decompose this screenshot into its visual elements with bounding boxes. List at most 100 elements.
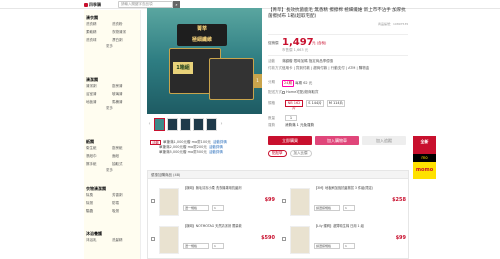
search-icon[interactable]: ⌕ — [173, 1, 180, 8]
promo-list: 活動 單筆滿1,000元贈 mo幣100元 活動詳情 單筆滿2,000元贈 mo… — [150, 140, 265, 155]
sidebar-more-link[interactable]: 更多 — [86, 43, 138, 49]
add-to-cart-button[interactable]: 加入購物車 — [315, 136, 359, 145]
sidebar-section-title: 沐浴養護 — [86, 231, 102, 236]
addon-qty-select[interactable]: 1 — [343, 205, 355, 211]
addon-spec-select[interactable]: 請選擇規格 — [314, 205, 340, 211]
addon-name[interactable]: 【靜岡】NOTMOTAG 天然清潔劑 限量款 — [183, 224, 247, 229]
sidebar-item[interactable]: 馬桶清 — [112, 99, 138, 105]
thumbnail[interactable] — [154, 118, 165, 131]
delivery-checkbox[interactable] — [282, 90, 285, 94]
sidebar-item[interactable]: 廚房紙 — [112, 145, 138, 151]
info-key: 活動 — [268, 59, 275, 63]
sidebar-item[interactable]: 芳香劑 — [112, 192, 138, 198]
thumbnail[interactable] — [167, 118, 178, 131]
sidebar-item[interactable]: 面紙 — [112, 153, 138, 159]
addon-checkbox[interactable] — [282, 237, 286, 241]
sidebar-item[interactable]: 吸濕 — [112, 208, 138, 214]
side-ad-banner[interactable]: 全新 mo momo — [413, 136, 436, 179]
addon-qty-select[interactable]: 1 — [343, 243, 355, 249]
thumbnail[interactable] — [193, 118, 204, 131]
sidebar-section: 清潔類 清潔劑 廚房清 浴室清 玻璃清 地板清 馬桶清 更多 — [86, 76, 138, 111]
addon-qty-select[interactable]: 1 — [212, 205, 224, 211]
spec-option[interactable]: M 114片 — [327, 100, 345, 107]
addon-item: 【靜岡】無毛清潔小柔 洗衣機專用抗菌劑 選一規格 1 $99 — [151, 183, 275, 221]
info-value: 滿額贈 限時加碼 指定商品享優惠 — [282, 59, 334, 63]
addon-spec-select[interactable]: 選一規格 — [183, 205, 209, 211]
installment-note: 每期 62 元 — [295, 81, 313, 85]
sidebar-item[interactable]: 洗衣精 — [86, 21, 112, 27]
shipping-label: 運費 — [268, 123, 275, 127]
sidebar-item[interactable]: 衣物清潔 — [112, 29, 138, 35]
quantity-label: 數量 — [268, 115, 275, 120]
addon-item: 【靜岡】NOTMOTAG 天然清潔劑 限量款 選一規格 1 $590 — [151, 221, 275, 259]
info-key: 付款方式 — [268, 66, 282, 70]
share-button[interactable]: 點點擊 — [268, 150, 287, 157]
addon-qty-select[interactable]: 1 — [212, 243, 224, 249]
pack-count-label: 1箱組 — [173, 62, 193, 74]
buy-now-button[interactable]: 立即購買 — [268, 136, 312, 145]
addon-item: 【3M】地板刷加強抗菌擦拭 3 件組(限定) 請選擇規格 1 $258 — [282, 183, 406, 221]
promo-text: 單筆滿5,000元贈 mo幣500元 — [159, 150, 207, 154]
info-key: 配送方式 — [268, 90, 282, 94]
site-logo[interactable]: 四季購 — [84, 2, 118, 7]
addon-name[interactable]: 【靜岡】無毛清潔小柔 洗衣機專用抗菌劑 — [183, 186, 247, 191]
promo-link[interactable]: 活動詳情 — [209, 150, 223, 155]
sidebar-item[interactable]: 抽取式 — [112, 161, 138, 167]
price-unit: 元 (含稅) — [312, 41, 327, 45]
sidebar-item[interactable]: 除臭 — [86, 192, 112, 198]
addon-checkbox[interactable] — [151, 199, 155, 203]
addon-price: $99 — [264, 197, 275, 203]
sidebar-item[interactable]: 玻璃清 — [112, 91, 138, 97]
addon-image[interactable] — [159, 226, 179, 254]
addon-checkbox[interactable] — [151, 237, 155, 241]
thumbnail[interactable] — [180, 118, 191, 131]
addon-spec-select[interactable]: 請選擇規格 — [314, 243, 340, 249]
category-sidebar: 清衣類 洗衣精 洗衣粉 柔軟精 衣物清潔 洗衣球 漂白劑 更多 清潔類 清潔劑 … — [84, 10, 141, 259]
sidebar-item[interactable]: 清潔劑 — [86, 83, 112, 89]
sidebar-item[interactable]: 浴室清 — [86, 91, 112, 97]
shipping-text: 消費滿 1 元免運費 — [285, 123, 314, 127]
addon-products-section: 優惠加購商品 (48) 【靜岡】無毛清潔小柔 洗衣機專用抗菌劑 選一規格 1 $… — [147, 170, 409, 259]
sidebar-item[interactable]: 沐浴乳 — [86, 237, 112, 243]
installment-pill[interactable]: 24期 — [282, 80, 294, 87]
thumbnail[interactable] — [206, 118, 217, 131]
chevron-left-icon[interactable]: ‹ — [147, 118, 152, 131]
divider — [268, 55, 408, 56]
addon-checkbox[interactable] — [282, 199, 286, 203]
sidebar-more-link[interactable]: 更多 — [86, 105, 138, 111]
sidebar-item[interactable]: 漂白劑 — [112, 37, 138, 43]
sidebar-more-link[interactable]: 更多 — [86, 167, 138, 173]
sidebar-section-title: 清潔類 — [86, 77, 98, 82]
thumbnail-strip: ‹ › — [147, 118, 224, 131]
spec-option[interactable]: NB 162片 — [285, 100, 303, 110]
ad-bottom-text: momo — [413, 162, 436, 179]
addon-image[interactable] — [290, 188, 310, 216]
addon-name[interactable]: 【3M】地板刷加強抗菌擦拭 3 件組(限定) — [314, 186, 378, 191]
addon-name[interactable]: 【Lily 蝶莉】超薄衛生棉 日用 1 組 — [314, 224, 378, 229]
chevron-right-icon[interactable]: › — [219, 118, 224, 131]
spec-option[interactable]: S 144片 — [306, 100, 324, 107]
sidebar-item[interactable]: 洗髮精 — [112, 237, 138, 243]
addon-image[interactable] — [290, 226, 310, 254]
sidebar-item[interactable]: 濕紙巾 — [86, 153, 112, 159]
sidebar-item[interactable]: 除濕 — [86, 200, 112, 206]
sidebar-item[interactable]: 衛生紙 — [86, 145, 112, 151]
sidebar-item[interactable]: 廚房清 — [112, 83, 138, 89]
compare-button[interactable]: 加入比價 — [289, 150, 312, 157]
sidebar-section: 清衣類 洗衣精 洗衣粉 柔軟精 衣物清潔 洗衣球 漂白劑 更多 — [86, 14, 138, 49]
product-main-image[interactable]: 菁萃 極細纖維 1箱組 1 — [147, 8, 262, 114]
sidebar-item[interactable]: 防霉 — [112, 200, 138, 206]
sidebar-item[interactable]: 柔軟精 — [86, 29, 112, 35]
add-to-wishlist-button[interactable]: 加入追蹤 — [362, 136, 406, 145]
sidebar-item[interactable]: 洗衣粉 — [112, 21, 138, 27]
sidebar-item[interactable]: 驅蟲 — [86, 208, 112, 214]
price-note: 市售價 1,663 元 — [282, 48, 309, 52]
info-value: Home宅配/超商取貨 — [286, 90, 319, 94]
product-pack-image — [209, 58, 254, 100]
promo-info-row: 活動 滿額贈 限時加碼 指定商品享優惠 — [268, 59, 408, 64]
addon-image[interactable] — [159, 188, 179, 216]
ad-top-text: 全新 — [413, 136, 436, 154]
quantity-select[interactable]: 1 — [285, 115, 297, 121]
addon-spec-select[interactable]: 選一規格 — [183, 243, 209, 249]
search-input[interactable]: 請輸入關鍵字查品項 — [118, 1, 173, 8]
